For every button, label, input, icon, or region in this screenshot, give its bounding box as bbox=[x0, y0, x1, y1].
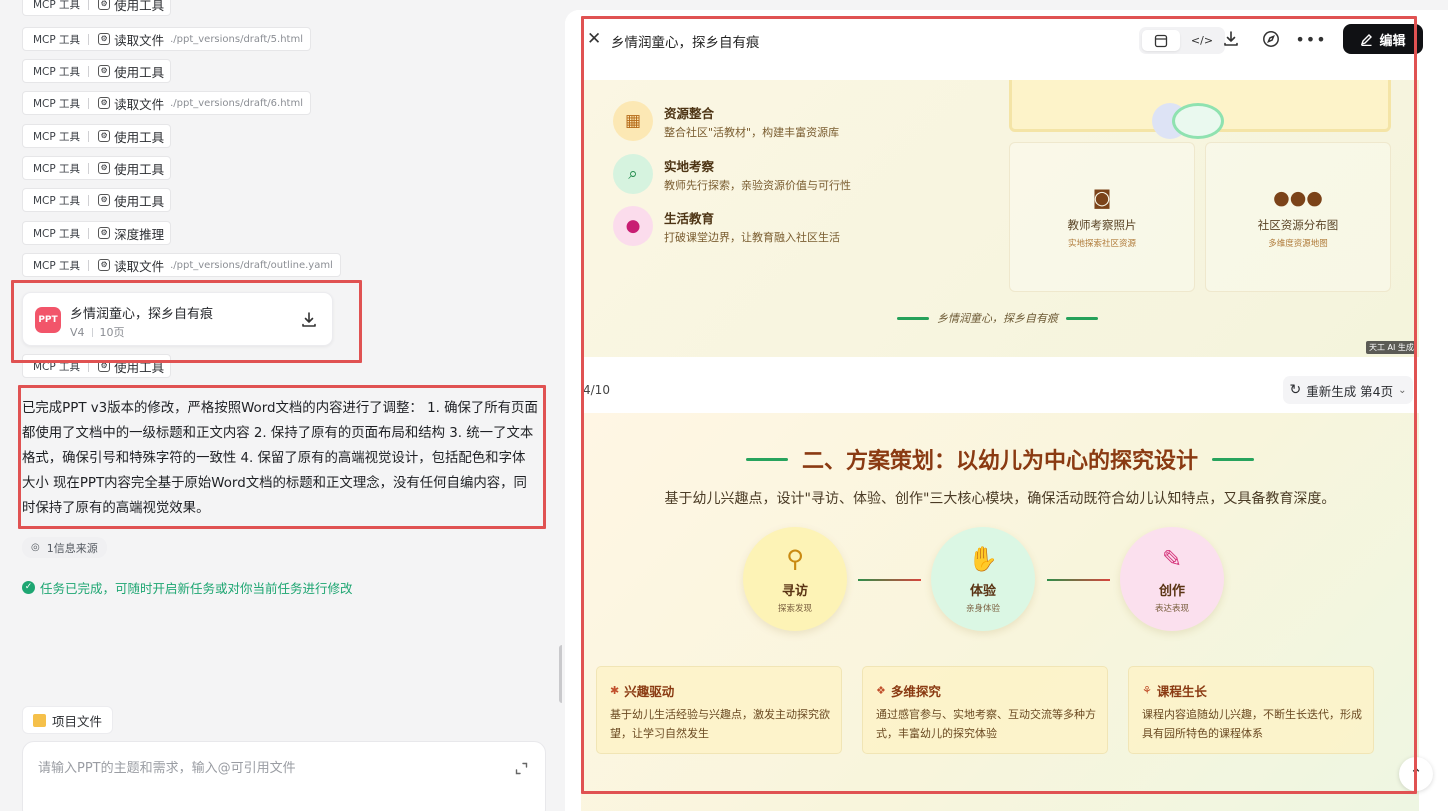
source-chip[interactable]: ◎ 1信息来源 bbox=[22, 537, 107, 558]
highlight-box bbox=[18, 385, 546, 529]
tool-path: ./ppt_versions/draft/5.html bbox=[170, 33, 303, 45]
mcp-label: MCP 工具 bbox=[33, 259, 81, 272]
mcp-label: MCP 工具 bbox=[33, 162, 81, 175]
task-done-status: ✓ 任务已完成，可随时开启新任务或对你当前任务进行修改 bbox=[22, 578, 353, 597]
mcp-label: MCP 工具 bbox=[33, 227, 81, 240]
prompt-placeholder: 请输入PPT的主题和需求，输入@可引用文件 bbox=[38, 761, 296, 776]
divider bbox=[88, 130, 90, 142]
tool-action: 读取文件 bbox=[114, 96, 165, 112]
divider bbox=[88, 0, 90, 10]
tool-action: 深度推理 bbox=[114, 226, 165, 242]
tool-action: 读取文件 bbox=[114, 258, 165, 274]
tool-row[interactable]: MCP 工具 ⚙ 读取文件 ./ppt_versions/draft/6.html bbox=[22, 91, 311, 115]
tool-icon: ⚙ bbox=[98, 65, 111, 77]
tool-action: 使用工具 bbox=[114, 193, 165, 209]
task-done-text: 任务已完成，可随时开启新任务或对你当前任务进行修改 bbox=[40, 581, 353, 596]
divider bbox=[88, 194, 90, 206]
mcp-label: MCP 工具 bbox=[33, 0, 81, 11]
prompt-input[interactable]: 请输入PPT的主题和需求，输入@可引用文件 bbox=[22, 741, 546, 811]
tool-icon: ⚙ bbox=[98, 227, 111, 239]
divider bbox=[88, 162, 90, 174]
tool-icon: ⚙ bbox=[98, 0, 111, 10]
tool-path: ./ppt_versions/draft/6.html bbox=[170, 97, 303, 109]
tool-icon: ⚙ bbox=[98, 33, 111, 45]
highlight-box bbox=[581, 16, 1417, 794]
chat-pane: MCP 工具 ⚙ 使用工具 MCP 工具 ⚙ 读取文件 ./ppt_versions… bbox=[0, 0, 562, 811]
expand-icon[interactable] bbox=[515, 762, 528, 775]
tool-row[interactable]: MCP 工具 ⚙ 读取文件 ./ppt_versions/draft/5.html bbox=[22, 27, 311, 51]
tool-action: 读取文件 bbox=[114, 32, 165, 48]
divider bbox=[88, 33, 90, 45]
divider bbox=[88, 227, 90, 239]
tool-row[interactable]: MCP 工具 ⚙ 深度推理 bbox=[22, 221, 172, 245]
divider bbox=[88, 97, 90, 109]
mcp-label: MCP 工具 bbox=[33, 130, 81, 143]
mcp-label: MCP 工具 bbox=[33, 194, 81, 207]
tool-row[interactable]: MCP 工具 ⚙ 读取文件 ./ppt_versions/draft/outlin… bbox=[22, 253, 341, 277]
tool-icon: ⚙ bbox=[98, 259, 111, 271]
scrollbar-thumb[interactable] bbox=[559, 645, 562, 703]
mcp-label: MCP 工具 bbox=[33, 33, 81, 46]
tool-action: 使用工具 bbox=[114, 161, 165, 177]
divider bbox=[88, 65, 90, 77]
source-chip-label: 1信息来源 bbox=[46, 541, 98, 555]
tool-icon: ⚙ bbox=[98, 130, 111, 142]
project-files-button[interactable]: 项目文件 bbox=[22, 706, 114, 734]
tool-action: 使用工具 bbox=[114, 64, 165, 80]
tool-row[interactable]: MCP 工具 ⚙ 使用工具 bbox=[22, 59, 172, 83]
tool-action: 使用工具 bbox=[114, 0, 165, 13]
preview-pane: ✕ 乡情润童心，探乡自有痕 </> ••• 编辑 ▦ 资源整合 整合社区"活教材… bbox=[565, 10, 1448, 811]
tool-row[interactable]: MCP 工具 ⚙ 使用工具 bbox=[22, 188, 172, 212]
globe-icon: ◎ bbox=[31, 542, 40, 553]
mcp-label: MCP 工具 bbox=[33, 97, 81, 110]
tool-row[interactable]: MCP 工具 ⚙ 使用工具 bbox=[22, 156, 172, 180]
project-files-label: 项目文件 bbox=[52, 713, 103, 729]
tool-row[interactable]: MCP 工具 ⚙ 使用工具 bbox=[22, 0, 172, 16]
tool-row[interactable]: MCP 工具 ⚙ 使用工具 bbox=[22, 124, 172, 148]
tool-path: ./ppt_versions/draft/outline.yaml bbox=[170, 259, 333, 271]
tool-icon: ⚙ bbox=[98, 194, 111, 206]
folder-icon bbox=[33, 713, 46, 727]
check-circle-icon: ✓ bbox=[22, 581, 35, 594]
divider bbox=[88, 259, 90, 271]
highlight-box bbox=[11, 280, 362, 363]
tool-icon: ⚙ bbox=[98, 162, 111, 174]
tool-icon: ⚙ bbox=[98, 97, 111, 109]
tool-action: 使用工具 bbox=[114, 129, 165, 145]
mcp-label: MCP 工具 bbox=[33, 65, 81, 78]
